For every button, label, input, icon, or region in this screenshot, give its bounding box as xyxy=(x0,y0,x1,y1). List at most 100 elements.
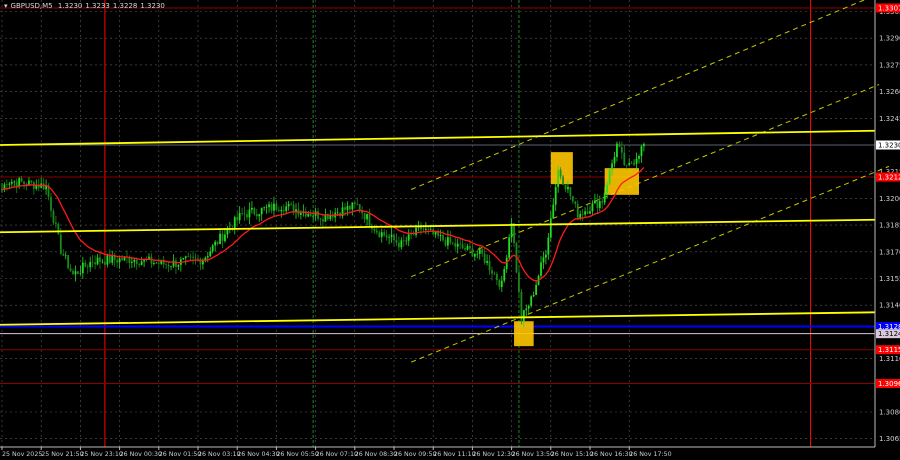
candle-body xyxy=(74,271,77,275)
candle-body xyxy=(525,308,528,311)
price-label-text: 1.3124 xyxy=(878,330,900,338)
candle-body xyxy=(275,203,278,211)
y-tick-label: 1.3170 xyxy=(879,248,900,256)
candle-body xyxy=(236,217,239,221)
candle-body xyxy=(429,229,432,230)
candle-body xyxy=(400,240,403,248)
candle-body xyxy=(395,240,398,243)
candle-body xyxy=(167,264,170,267)
x-tick-label: 25 Nov 21:50 xyxy=(41,451,83,458)
x-tick-label: 26 Nov 00:30 xyxy=(120,451,162,458)
candle xyxy=(508,234,511,261)
candle-body xyxy=(206,256,209,258)
y-tick-label: 1.3245 xyxy=(879,115,900,123)
candle-body xyxy=(586,211,589,214)
candle-body xyxy=(23,181,25,184)
candle-body xyxy=(319,218,322,220)
candle-body xyxy=(30,180,33,183)
candle-body xyxy=(643,144,645,147)
candle-body xyxy=(96,257,99,265)
candle-body xyxy=(216,241,219,245)
candle-body xyxy=(202,260,204,265)
candle-body xyxy=(214,241,217,246)
price-label: 1.3212 xyxy=(876,172,900,182)
candle-body xyxy=(197,258,199,260)
candle-body xyxy=(557,169,560,187)
candle-body xyxy=(473,254,476,257)
candle-body xyxy=(447,237,449,246)
candle-body xyxy=(486,261,488,263)
candle-body xyxy=(552,204,555,219)
candle-body xyxy=(10,181,13,184)
candle-body xyxy=(603,192,606,203)
candle xyxy=(67,254,70,270)
y-tick-label: 1.3155 xyxy=(879,275,900,283)
candle-body xyxy=(277,210,280,212)
symbol-label: GBPUSD,M5 xyxy=(10,2,53,10)
candle-body xyxy=(415,227,417,236)
candle-body xyxy=(508,237,511,258)
candle-body xyxy=(584,211,586,215)
candle-body xyxy=(505,257,508,270)
candle-body xyxy=(211,245,214,252)
candle-body xyxy=(380,232,383,237)
candle-body xyxy=(454,243,457,247)
candle-body xyxy=(285,206,288,212)
price-chart[interactable]: 1.33051.32901.32751.32601.32451.32151.32… xyxy=(0,0,900,460)
candle-body xyxy=(81,262,84,274)
candle-body xyxy=(260,207,263,215)
candle-body xyxy=(630,163,633,164)
candle-body xyxy=(567,186,569,190)
candle-body xyxy=(366,213,368,220)
candle-body xyxy=(424,228,427,230)
candle-body xyxy=(59,234,62,255)
x-tick-label: 26 Nov 07:10 xyxy=(316,451,358,458)
candle-body xyxy=(128,257,131,263)
candle-body xyxy=(140,261,143,265)
chart-header: ▾ GBPUSD,M5 1.3230 1.3233 1.3228 1.3230 xyxy=(4,2,168,10)
plot-area xyxy=(0,0,875,447)
candle-body xyxy=(383,232,386,236)
candle-body xyxy=(571,196,574,202)
candle-body xyxy=(496,273,498,281)
candle-body xyxy=(133,259,136,262)
candle-body xyxy=(491,270,493,274)
candle-body xyxy=(488,261,491,271)
candle-body xyxy=(67,255,70,269)
dropdown-arrow-icon[interactable]: ▾ xyxy=(4,2,8,10)
candle-body xyxy=(192,256,194,258)
y-tick-label: 1.3065 xyxy=(879,435,900,443)
candle-body xyxy=(290,203,292,205)
candle-body xyxy=(175,260,177,267)
candle-body xyxy=(461,244,464,249)
price-label-text: 1.3115 xyxy=(878,346,900,354)
candle-body xyxy=(273,203,275,211)
candle-body xyxy=(194,257,197,259)
candle-body xyxy=(439,234,442,236)
y-tick-label: 1.3260 xyxy=(879,88,900,96)
candle-body xyxy=(270,204,273,211)
candle-body xyxy=(317,211,319,219)
candle-body xyxy=(363,213,366,220)
candle-body xyxy=(540,262,542,276)
candle-body xyxy=(258,214,261,217)
candle-body xyxy=(356,203,359,205)
candle-body xyxy=(209,251,212,257)
candle-body xyxy=(410,234,413,235)
x-tick-label: 25 Nov 23:10 xyxy=(80,451,122,458)
open-value: 1.3230 xyxy=(57,2,83,10)
candle-body xyxy=(184,256,187,258)
candle xyxy=(52,208,55,225)
candle-body xyxy=(170,266,172,267)
candle-body xyxy=(625,164,628,166)
candle-body xyxy=(464,248,466,250)
candle-body xyxy=(42,183,45,190)
price-label-text: 1.3307 xyxy=(878,4,900,12)
candle-body xyxy=(451,242,454,244)
candle-body xyxy=(130,261,133,263)
candle-body xyxy=(535,284,537,295)
candle-body xyxy=(104,261,106,265)
candle-body xyxy=(449,237,452,243)
candle-body xyxy=(518,272,520,292)
candle-body xyxy=(594,200,596,204)
